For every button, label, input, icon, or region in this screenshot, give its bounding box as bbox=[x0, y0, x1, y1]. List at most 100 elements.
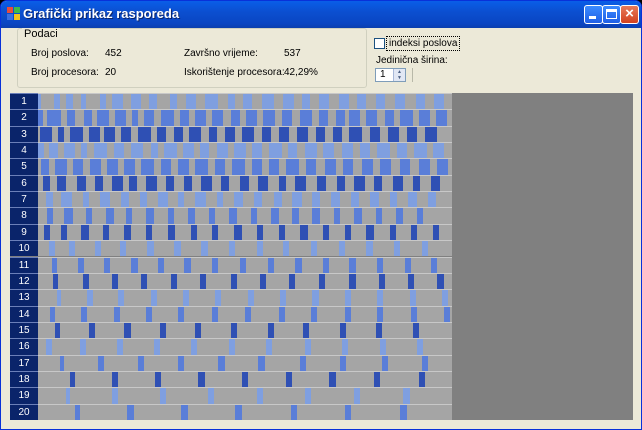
indeksi-poslova-label[interactable]: indeksi poslova bbox=[386, 36, 461, 51]
job-block[interactable] bbox=[95, 175, 103, 192]
job-block[interactable] bbox=[290, 404, 298, 420]
job-block[interactable] bbox=[147, 241, 154, 257]
job-block[interactable] bbox=[334, 208, 341, 224]
job-block[interactable] bbox=[263, 110, 276, 126]
job-block[interactable] bbox=[61, 224, 68, 241]
job-block[interactable] bbox=[104, 126, 116, 143]
job-block[interactable] bbox=[170, 273, 177, 290]
job-block[interactable] bbox=[224, 126, 236, 143]
job-block[interactable] bbox=[149, 94, 158, 110]
job-block[interactable] bbox=[300, 355, 307, 371]
job-block[interactable] bbox=[329, 371, 336, 388]
job-block[interactable] bbox=[404, 257, 412, 273]
job-block[interactable] bbox=[41, 159, 49, 175]
job-block[interactable] bbox=[115, 110, 126, 126]
job-block[interactable] bbox=[215, 290, 222, 306]
job-block[interactable] bbox=[58, 126, 65, 143]
job-block[interactable] bbox=[48, 143, 59, 159]
job-block[interactable] bbox=[377, 257, 384, 273]
job-block[interactable] bbox=[280, 290, 287, 306]
job-block[interactable] bbox=[124, 224, 131, 241]
job-block[interactable] bbox=[204, 94, 218, 110]
job-block[interactable] bbox=[145, 208, 154, 224]
job-block[interactable] bbox=[380, 339, 387, 355]
job-block[interactable] bbox=[411, 224, 418, 241]
job-block[interactable] bbox=[431, 175, 441, 192]
job-block[interactable] bbox=[297, 126, 308, 143]
job-block[interactable] bbox=[443, 306, 450, 322]
job-block[interactable] bbox=[190, 224, 197, 241]
job-block[interactable] bbox=[64, 208, 74, 224]
job-block[interactable] bbox=[48, 241, 55, 257]
job-block[interactable] bbox=[112, 175, 123, 192]
job-block[interactable] bbox=[182, 143, 194, 159]
job-block[interactable] bbox=[233, 192, 244, 208]
job-block[interactable] bbox=[212, 306, 219, 322]
job-block[interactable] bbox=[323, 224, 330, 241]
job-block[interactable] bbox=[408, 192, 418, 208]
job-block[interactable] bbox=[330, 192, 341, 208]
job-block[interactable] bbox=[141, 273, 148, 290]
job-block[interactable] bbox=[375, 208, 382, 224]
job-block[interactable] bbox=[64, 143, 75, 159]
job-block[interactable] bbox=[377, 143, 390, 159]
job-block[interactable] bbox=[278, 126, 290, 143]
job-block[interactable] bbox=[417, 208, 424, 224]
job-block[interactable] bbox=[341, 339, 348, 355]
job-block[interactable] bbox=[304, 339, 311, 355]
job-block[interactable] bbox=[199, 273, 207, 290]
job-block[interactable] bbox=[96, 110, 109, 126]
job-block[interactable] bbox=[181, 404, 188, 420]
app-icon[interactable] bbox=[7, 7, 21, 21]
job-block[interactable] bbox=[434, 94, 445, 110]
job-block[interactable] bbox=[302, 94, 311, 110]
job-block[interactable] bbox=[195, 322, 202, 339]
job-block[interactable] bbox=[116, 339, 123, 355]
jedinicna-sirina-value[interactable]: 1 bbox=[380, 69, 386, 81]
job-block[interactable] bbox=[318, 110, 328, 126]
job-block[interactable] bbox=[141, 159, 154, 175]
job-block[interactable] bbox=[366, 224, 375, 241]
job-block[interactable] bbox=[344, 224, 351, 241]
job-block[interactable] bbox=[45, 192, 54, 208]
job-block[interactable] bbox=[243, 94, 253, 110]
job-block[interactable] bbox=[65, 94, 73, 110]
job-block[interactable] bbox=[212, 224, 219, 241]
job-block[interactable] bbox=[256, 241, 264, 257]
job-block[interactable] bbox=[195, 159, 208, 175]
job-block[interactable] bbox=[366, 110, 378, 126]
job-block[interactable] bbox=[428, 192, 436, 208]
job-block[interactable] bbox=[366, 241, 373, 257]
job-block[interactable] bbox=[90, 159, 102, 175]
job-block[interactable] bbox=[150, 290, 157, 306]
job-block[interactable] bbox=[207, 388, 214, 404]
job-block[interactable] bbox=[295, 257, 302, 273]
job-block[interactable] bbox=[130, 143, 143, 159]
job-block[interactable] bbox=[354, 175, 365, 192]
job-block[interactable] bbox=[124, 322, 131, 339]
job-block[interactable] bbox=[127, 404, 134, 420]
job-block[interactable] bbox=[414, 143, 427, 159]
job-block[interactable] bbox=[112, 388, 119, 404]
job-block[interactable] bbox=[56, 290, 62, 306]
job-block[interactable] bbox=[384, 110, 395, 126]
job-block[interactable] bbox=[397, 143, 407, 159]
job-block[interactable] bbox=[244, 306, 251, 322]
job-block[interactable] bbox=[233, 224, 242, 241]
job-block[interactable] bbox=[144, 110, 154, 126]
job-block[interactable] bbox=[95, 241, 102, 257]
job-block[interactable] bbox=[292, 192, 302, 208]
job-block[interactable] bbox=[252, 143, 262, 159]
job-block[interactable] bbox=[354, 388, 361, 404]
job-block[interactable] bbox=[59, 355, 65, 371]
job-block[interactable] bbox=[164, 143, 177, 159]
job-block[interactable] bbox=[317, 175, 327, 192]
job-block[interactable] bbox=[295, 175, 307, 192]
job-block[interactable] bbox=[247, 290, 254, 306]
job-block[interactable] bbox=[380, 159, 392, 175]
job-block[interactable] bbox=[54, 94, 60, 110]
job-block[interactable] bbox=[319, 94, 330, 110]
job-block[interactable] bbox=[341, 143, 353, 159]
job-block[interactable] bbox=[369, 192, 379, 208]
job-block[interactable] bbox=[300, 110, 313, 126]
